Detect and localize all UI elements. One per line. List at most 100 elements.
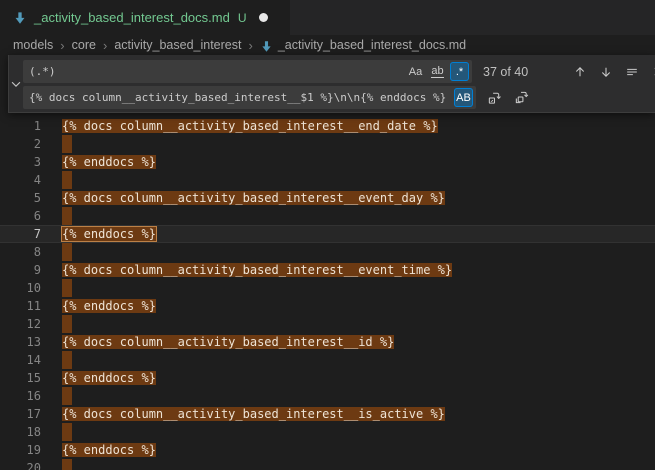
line-content[interactable]: {% docs column__activity_based_interest_… <box>62 189 445 207</box>
chevron-right-icon: › <box>248 38 252 53</box>
replace-all-icon <box>514 90 529 105</box>
code-area[interactable]: 1 {% docs column__activity_based_interes… <box>0 55 655 470</box>
editor-line[interactable]: 9 {% docs column__activity_based_interes… <box>0 261 655 279</box>
line-content[interactable]: {% enddocs %} <box>62 225 156 243</box>
breadcrumb-file-label: _activity_based_interest_docs.md <box>278 38 466 52</box>
line-content[interactable] <box>62 459 72 470</box>
arrow-down-icon <box>599 65 613 79</box>
breadcrumb-item-folder[interactable]: activity_based_interest <box>114 38 241 52</box>
previous-match-button[interactable] <box>569 61 591 83</box>
find-replace-widget: (.*) Aa ab .* 37 of 40 <box>8 55 655 113</box>
editor-pane: (.*) Aa ab .* 37 of 40 <box>0 55 655 470</box>
editor-line[interactable]: 10 <box>0 279 655 297</box>
replace-button[interactable] <box>483 87 505 109</box>
editor-line[interactable]: 4 <box>0 171 655 189</box>
next-match-button[interactable] <box>595 61 617 83</box>
editor-line[interactable]: 17 {% docs column__activity_based_intere… <box>0 405 655 423</box>
find-match-highlight-empty <box>62 315 72 333</box>
line-content[interactable] <box>62 315 72 333</box>
preserve-case-toggle[interactable]: AB <box>454 88 473 107</box>
line-content[interactable] <box>62 243 72 261</box>
line-content[interactable]: {% docs column__activity_based_interest_… <box>62 117 438 135</box>
editor-line[interactable]: 15 {% enddocs %} <box>0 369 655 387</box>
tab-filename: _activity_based_interest_docs.md <box>34 10 230 25</box>
tab-bar: _activity_based_interest_docs.md U <box>0 0 655 35</box>
find-match-highlight: {% enddocs %} <box>62 371 156 385</box>
editor-line[interactable]: 3 {% enddocs %} <box>0 153 655 171</box>
line-number: 11 <box>0 297 41 315</box>
line-number: 15 <box>0 369 41 387</box>
editor-line[interactable]: 5 {% docs column__activity_based_interes… <box>0 189 655 207</box>
line-content[interactable]: {% docs column__activity_based_interest_… <box>62 405 445 423</box>
editor-line[interactable]: 7 {% enddocs %} <box>0 225 655 243</box>
breadcrumb-item-core[interactable]: core <box>72 38 96 52</box>
line-content[interactable] <box>62 279 72 297</box>
editor-tab[interactable]: _activity_based_interest_docs.md U <box>0 0 290 35</box>
editor-line[interactable]: 20 <box>0 459 655 470</box>
line-content[interactable] <box>62 171 72 189</box>
find-match-highlight-empty <box>62 279 72 297</box>
editor-line[interactable]: 1 {% docs column__activity_based_interes… <box>0 117 655 135</box>
line-content[interactable]: {% enddocs %} <box>62 441 156 459</box>
editor-line[interactable]: 19 {% enddocs %} <box>0 441 655 459</box>
find-match-highlight-empty <box>62 171 72 189</box>
find-query: (.*) <box>29 65 406 78</box>
editor-line[interactable]: 11 {% enddocs %} <box>0 297 655 315</box>
find-in-selection-button[interactable] <box>621 61 643 83</box>
markdown-file-icon <box>13 11 27 25</box>
line-number: 17 <box>0 405 41 423</box>
line-content[interactable]: {% enddocs %} <box>62 369 156 387</box>
regex-toggle[interactable]: .* <box>450 62 469 81</box>
match-count-label: 37 of 40 <box>483 65 541 79</box>
editor-line[interactable]: 6 <box>0 207 655 225</box>
editor-line[interactable]: 12 <box>0 315 655 333</box>
find-match-highlight: {% enddocs %} <box>62 155 156 169</box>
line-number: 20 <box>0 459 41 470</box>
line-content[interactable]: {% enddocs %} <box>62 297 156 315</box>
selection-lines-icon <box>625 65 639 79</box>
line-number: 16 <box>0 387 41 405</box>
editor-line[interactable]: 8 <box>0 243 655 261</box>
line-content[interactable] <box>62 423 72 441</box>
breadcrumb-item-file[interactable]: _activity_based_interest_docs.md <box>260 38 466 52</box>
line-content[interactable] <box>62 135 72 153</box>
find-match-highlight-empty <box>62 423 72 441</box>
find-match-highlight: {% enddocs %} <box>62 299 156 313</box>
line-number: 8 <box>0 243 41 261</box>
find-match-highlight: {% docs column__activity_based_interest_… <box>62 119 438 133</box>
find-match-highlight: {% docs column__activity_based_interest_… <box>62 191 445 205</box>
line-number: 12 <box>0 315 41 333</box>
find-row: (.*) Aa ab .* 37 of 40 <box>23 60 655 83</box>
whole-word-toggle[interactable]: ab <box>428 62 447 81</box>
find-match-highlight: {% enddocs %} <box>62 227 156 241</box>
arrow-up-icon <box>573 65 587 79</box>
chevron-down-icon <box>9 77 23 91</box>
close-icon <box>652 65 655 78</box>
match-case-toggle[interactable]: Aa <box>406 62 425 81</box>
line-content[interactable]: {% enddocs %} <box>62 153 156 171</box>
editor-line[interactable]: 16 <box>0 387 655 405</box>
close-find-button[interactable] <box>647 61 655 83</box>
line-content[interactable] <box>62 351 72 369</box>
editor-line[interactable]: 13 {% docs column__activity_based_intere… <box>0 333 655 351</box>
replace-input[interactable]: {% docs column__activity_based_interest_… <box>23 86 476 109</box>
breadcrumb-item-models[interactable]: models <box>13 38 53 52</box>
replace-row: {% docs column__activity_based_interest_… <box>23 86 655 109</box>
line-content[interactable] <box>62 387 72 405</box>
line-number: 7 <box>0 225 41 243</box>
find-input[interactable]: (.*) Aa ab .* <box>23 60 472 83</box>
toggle-replace-chevron[interactable] <box>9 55 23 112</box>
editor-line[interactable]: 2 <box>0 135 655 153</box>
line-content[interactable] <box>62 207 72 225</box>
chevron-right-icon: › <box>60 38 64 53</box>
line-number: 2 <box>0 135 41 153</box>
modified-dot-icon[interactable] <box>259 13 268 22</box>
find-match-highlight: {% docs column__activity_based_interest_… <box>62 335 394 349</box>
line-content[interactable]: {% docs column__activity_based_interest_… <box>62 333 394 351</box>
editor-line[interactable]: 18 <box>0 423 655 441</box>
editor-line[interactable]: 14 <box>0 351 655 369</box>
line-content[interactable]: {% docs column__activity_based_interest_… <box>62 261 452 279</box>
replace-all-button[interactable] <box>510 87 532 109</box>
find-match-highlight-empty <box>62 243 72 261</box>
line-number: 14 <box>0 351 41 369</box>
